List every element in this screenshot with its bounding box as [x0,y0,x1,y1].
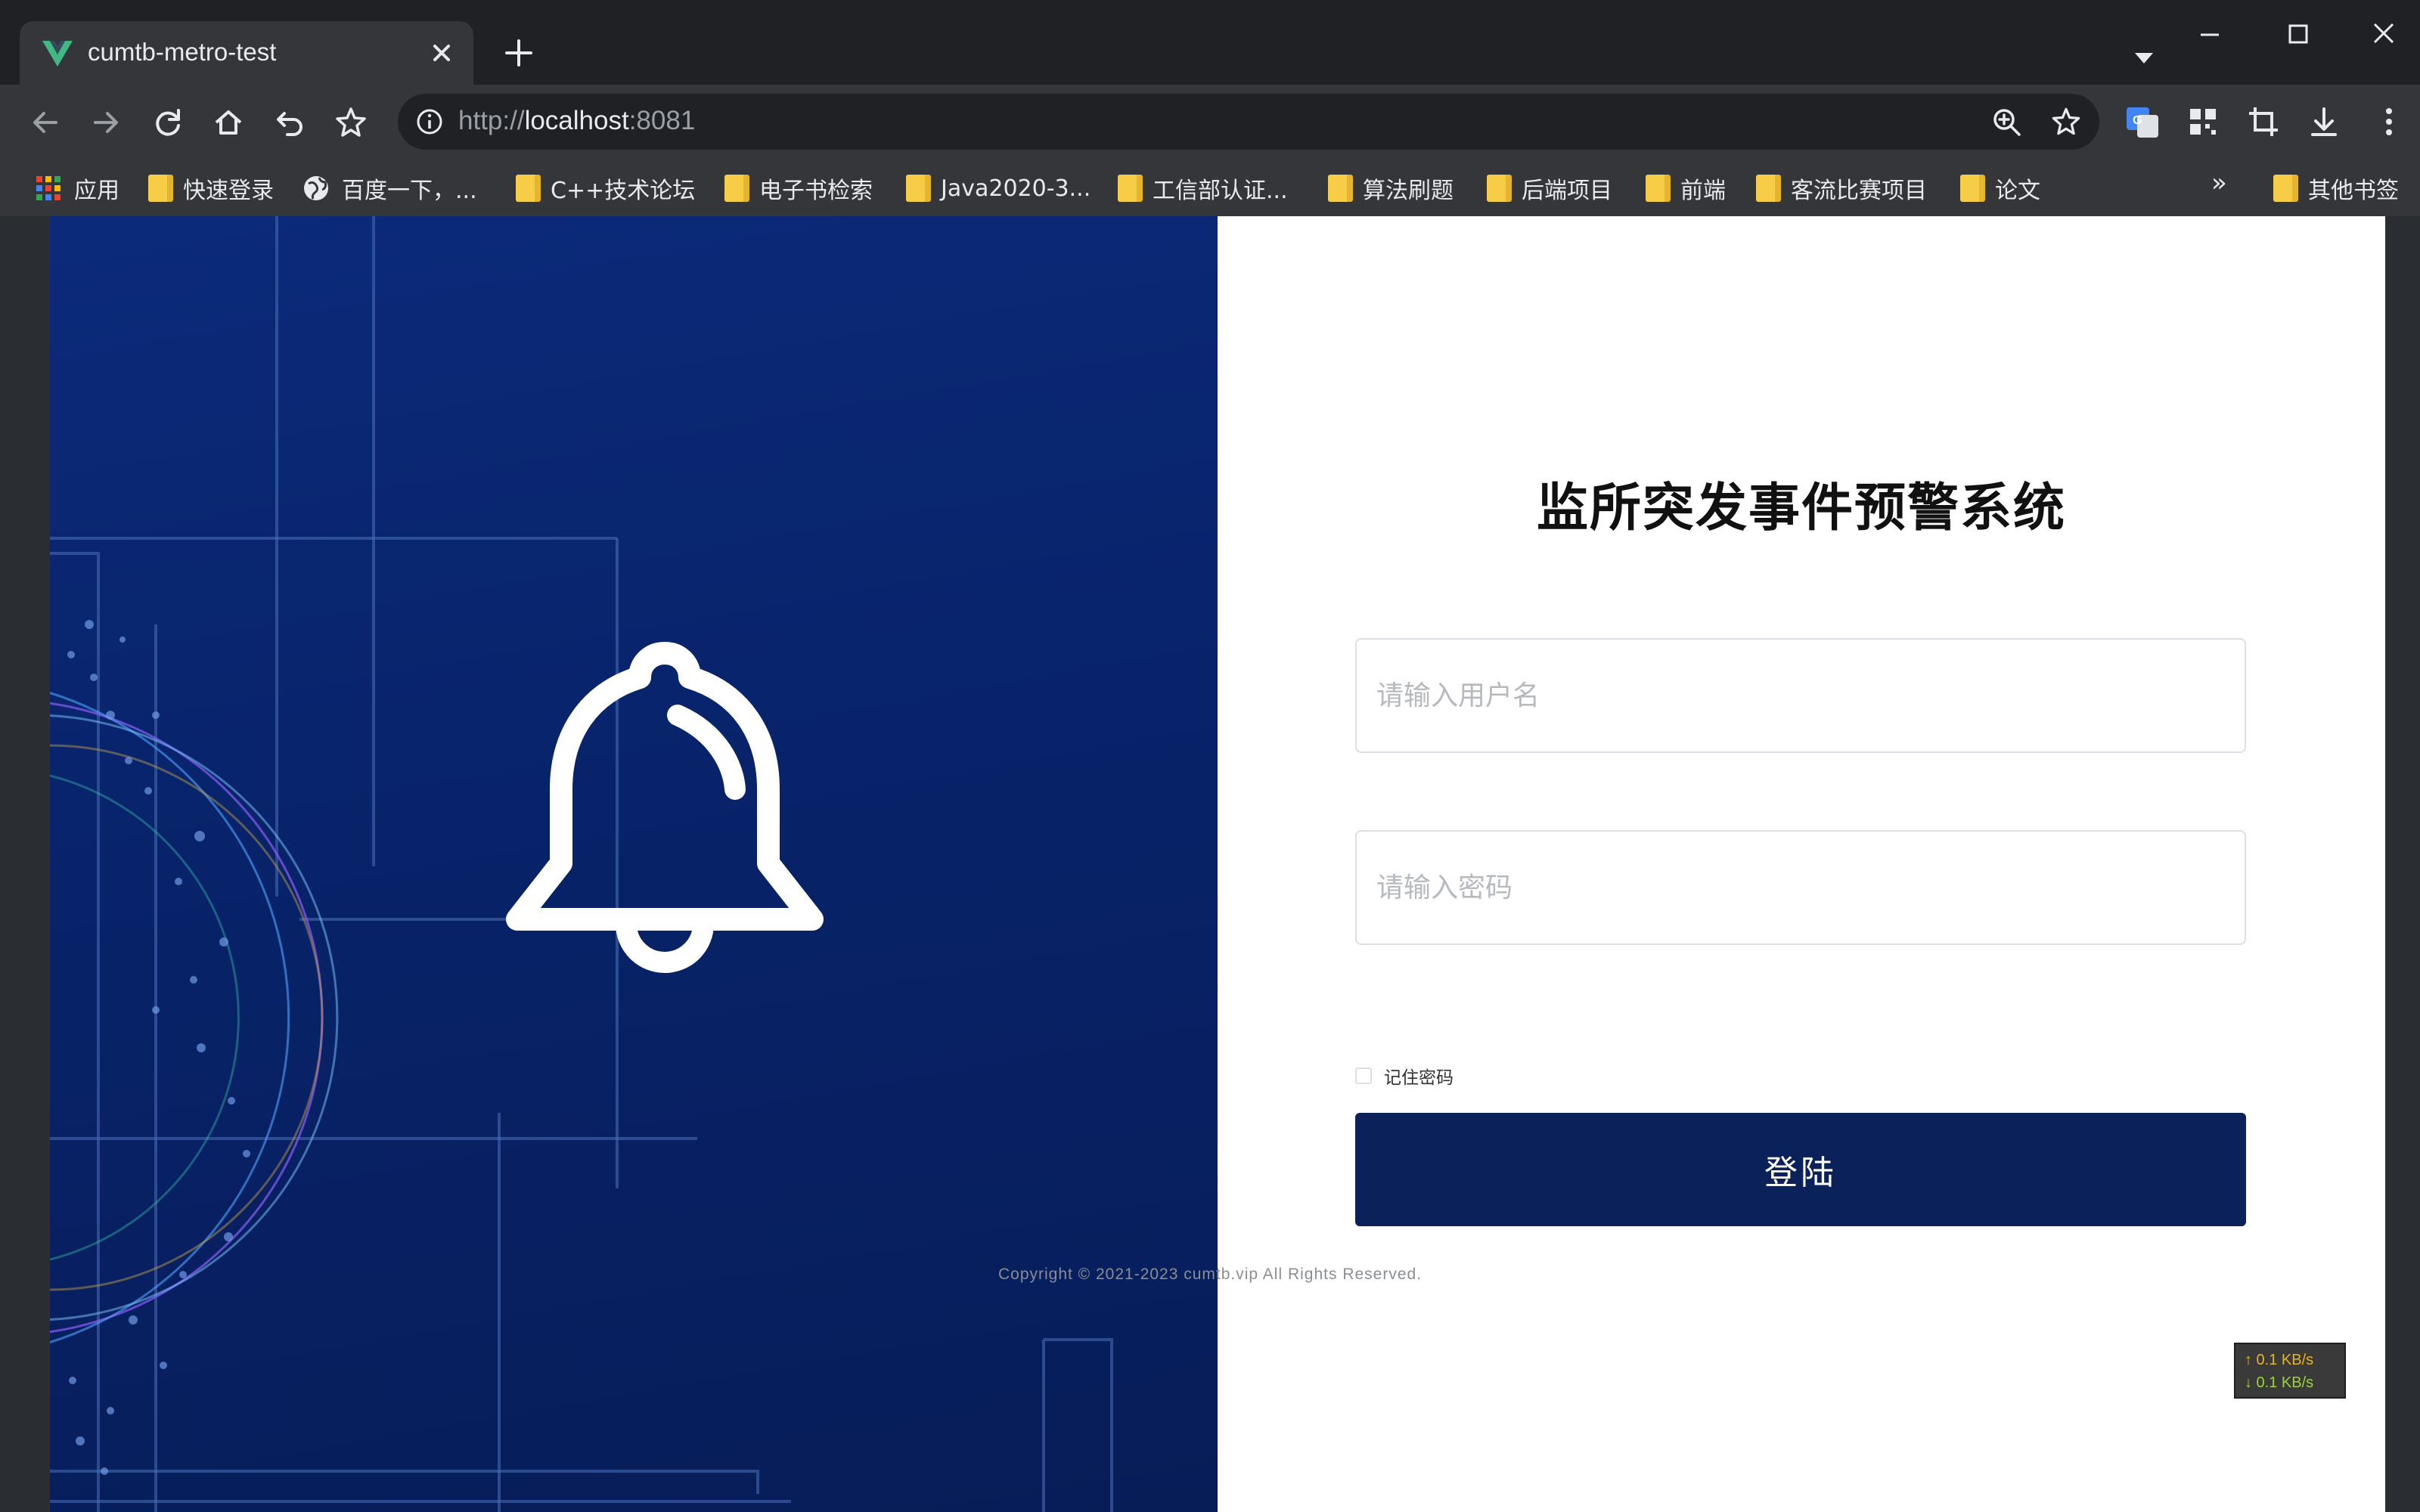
bookmark-star-icon[interactable] [331,103,371,142]
tab-strip: cumtb-metro-test [0,0,2420,86]
close-tab-icon[interactable] [425,36,458,70]
bookmark-label: 算法刷题 [1363,178,1454,204]
bookmark-label: 百度一下，... [342,178,477,204]
bookmark-label: 工信部认证... [1153,178,1288,204]
vue-logo-icon [42,41,73,67]
bookmark-folder[interactable]: 电子书检索 [724,166,873,210]
home-icon[interactable] [209,103,248,142]
folder-icon [1487,175,1512,202]
bookmark-label: 客流比赛项目 [1791,178,1927,204]
crop-extension-icon[interactable] [2243,101,2284,142]
qr-extension-icon[interactable] [2183,101,2223,142]
page-viewport: 监所突发事件预警系统 记住密码 登陆 ↑ 0.1 KB/s ↓ 0.1 KB/s [0,216,2420,1512]
browser-chrome: cumtb-metro-test http://localhost:8081 G… [0,0,2420,216]
tab-title: cumtb-metro-test [88,38,277,66]
address-bar[interactable]: http://localhost:8081 [398,94,2099,150]
bookmark-folder[interactable]: 论文 [1960,166,2040,210]
bookmark-label: 前端 [1680,178,1726,204]
folder-icon [906,175,931,202]
bookmark-label: 后端项目 [1522,178,1612,204]
folder-icon [1646,175,1671,202]
svg-text:G: G [2133,114,2142,127]
maximize-icon[interactable] [2273,15,2322,54]
download-icon[interactable] [2304,101,2344,142]
site-info-icon[interactable] [413,105,446,138]
bookmark-label: C++技术论坛 [551,178,696,204]
folder-icon [516,175,541,202]
bookmark-folder[interactable]: 工信部认证... [1118,166,1288,210]
forward-arrow-icon[interactable] [86,103,126,142]
copyright-footer: Copyright © 2021-2023 cumtb.vip All Righ… [997,1266,1423,1283]
remember-password-label: 记住密码 [1384,1068,1454,1088]
bookmarks-bar: 应用 快速登录 百度一下，... C++技术论坛 电子书检索 Java2020-… [0,160,2420,216]
folder-icon [1328,175,1353,202]
folder-icon [1960,175,1985,202]
window-close-icon[interactable] [2360,15,2408,54]
new-tab-icon[interactable] [499,33,538,73]
hero-illustration [50,216,1218,1512]
network-speed-widget: ↑ 0.1 KB/s ↓ 0.1 KB/s [2234,1343,2346,1399]
bookmark-label: Java2020-3... [941,175,1091,202]
url-port: :8081 [628,106,696,135]
bookmark-folder[interactable]: 算法刷题 [1328,166,1454,210]
bookmark-folder[interactable]: 快速登录 [148,166,274,210]
bookmark-label: 论文 [1995,178,2040,204]
system-title: 监所突发事件预警系统 [1536,479,2066,538]
folder-icon [2273,175,2298,202]
bookmark-folder[interactable]: 前端 [1646,166,1726,210]
apps-grid-icon [36,176,60,200]
password-input[interactable] [1355,830,2246,945]
checkbox-box[interactable] [1355,1067,1372,1084]
url-host: localhost [524,106,629,135]
bookmark-folder[interactable]: 客流比赛项目 [1756,166,1927,210]
remember-password-checkbox[interactable]: 记住密码 [1355,1063,1454,1089]
login-panel: 监所突发事件预警系统 记住密码 登陆 [1218,216,2385,1512]
bookmark-folder[interactable]: C++技术论坛 [516,166,695,210]
bookmarks-overflow-button[interactable]: » [2211,168,2227,198]
upload-speed: ↑ 0.1 KB/s [2245,1352,2314,1368]
download-speed: ↓ 0.1 KB/s [2245,1374,2314,1391]
login-button[interactable]: 登陆 [1355,1113,2246,1226]
undo-icon[interactable] [269,103,309,142]
bookmark-apps[interactable]: 应用 [33,166,119,210]
star-icon[interactable] [2048,104,2084,140]
minimize-icon[interactable] [2186,15,2234,54]
bookmark-folder[interactable]: 后端项目 [1487,166,1612,210]
bookmark-folder[interactable]: Java2020-3... [906,166,1091,210]
back-arrow-icon[interactable] [26,103,65,142]
url-scheme: http:// [458,106,525,135]
menu-kebab-icon[interactable] [2369,101,2409,142]
url-text: http://localhost:8081 [458,106,695,136]
translate-extension-icon[interactable]: G [2122,101,2163,142]
bell-icon [506,642,824,973]
bookmark-label: 电子书检索 [759,178,873,204]
reload-icon[interactable] [148,103,188,142]
tab-search-dropdown-icon[interactable] [2129,42,2159,73]
folder-icon [724,175,749,202]
globe-icon [304,176,328,200]
bookmark-baidu[interactable]: 百度一下，... [301,166,477,210]
folder-icon [1756,175,1781,202]
bookmark-label: 其他书签 [2308,178,2399,204]
other-bookmarks[interactable]: 其他书签 [2273,166,2399,210]
bookmark-label: 快速登录 [183,178,274,204]
zoom-icon[interactable] [1989,104,2024,139]
folder-icon [148,175,173,202]
browser-tab[interactable]: cumtb-metro-test [20,21,473,86]
username-input[interactable] [1355,638,2246,753]
browser-toolbar: http://localhost:8081 G [0,85,2420,160]
bookmark-label: 应用 [74,178,119,204]
folder-icon [1118,175,1143,202]
